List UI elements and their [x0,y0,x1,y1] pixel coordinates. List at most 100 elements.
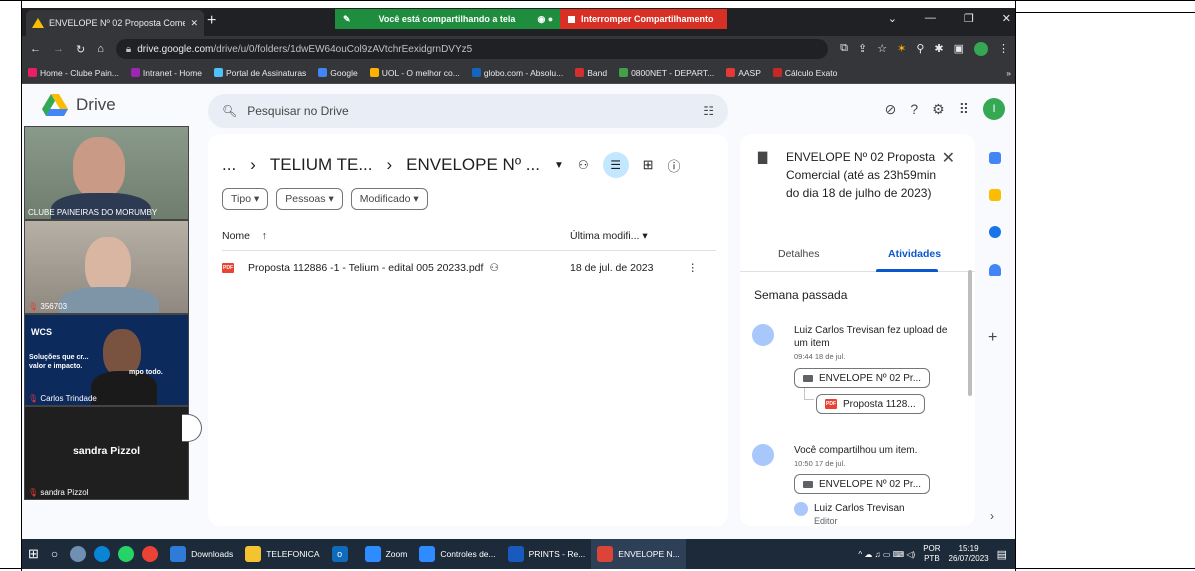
caret-down-icon[interactable]: ▼ [554,160,564,171]
close-icon[interactable]: ✕ [942,148,955,168]
folder-chip[interactable]: ENVELOPE Nº 02 Pr... [794,474,931,494]
url-bar[interactable]: 🔒︎ drive.google.com /drive/u/0/folders/1… [115,39,829,59]
filter-button[interactable]: ☰ [602,152,629,178]
address-toolbar: ← → ↻ ⌂ 🔒︎ drive.google.com /drive/u/0/f… [22,36,1015,62]
whatsapp-icon[interactable] [118,546,135,562]
search-input[interactable]: Pesquisar no Drive [247,104,348,118]
breadcrumb-parent[interactable]: TELIUM TE... [270,155,373,175]
minimize-button[interactable]: — [925,12,936,25]
install-app-icon[interactable]: ⧉ [840,42,848,56]
tasks-icon[interactable] [989,226,1001,238]
taskbar-app[interactable]: Zoom [359,539,414,569]
bookmark-item[interactable]: Intranet - Home [130,68,202,78]
grid-view-icon[interactable]: ⊞ [643,157,654,173]
search-bar[interactable]: 🔍︎ Pesquisar no Drive ☷ [208,94,728,128]
new-tab-button[interactable]: + [207,12,216,30]
extension-icon[interactable]: ✶ [897,42,906,56]
notifications-icon[interactable]: ▤ [997,548,1007,561]
table-row[interactable]: PDF Proposta 112886 -1 - Telium - edital… [222,250,716,284]
bookmark-item[interactable]: Google [318,68,358,78]
account-avatar[interactable]: I [983,98,1005,120]
activity-time: 10:50 17 de jul. [794,459,846,468]
tab-details[interactable]: Detalhes [778,248,819,260]
pinned-app-icon[interactable] [70,546,87,562]
drive-logo[interactable]: Drive [42,94,116,116]
taskbar-app[interactable]: o [326,539,359,569]
profile-avatar[interactable] [974,42,988,56]
search-icon[interactable]: ○ [45,539,64,569]
video-tile[interactable]: sandra Pizzol 🎙︎ sandra Pizzol [24,406,189,500]
video-panel-toggle[interactable] [182,414,202,442]
add-addon-icon[interactable]: + [988,329,997,347]
offline-status-icon[interactable]: ⊘ [885,101,897,118]
extension-icon[interactable]: ⚲ [916,42,924,56]
bookmarks-overflow-button[interactable]: » [1006,68,1011,78]
video-tile[interactable]: 🎙︎ 356703 [24,220,189,314]
help-icon[interactable]: ? [910,101,918,117]
maximize-button[interactable]: ❐ [964,12,974,25]
person-role: Editor [814,516,838,526]
panel-scrollbar[interactable] [968,270,972,396]
contacts-icon[interactable] [989,264,1001,276]
video-tile[interactable]: WCS Soluções que cr... valor e impacto. … [24,314,189,406]
extensions-puzzle-icon[interactable]: ✱ [934,42,943,56]
filter-chip[interactable]: Modificado ▾ [350,188,428,210]
name-column-header[interactable]: Nome ↑ [222,230,267,242]
side-panel-icon[interactable]: ▣ [954,42,964,56]
breadcrumb-overflow[interactable]: ... [222,155,236,175]
bookmark-item[interactable]: Cálculo Exato [772,68,837,78]
more-actions-icon[interactable]: ⋮ [688,262,699,274]
filter-chip[interactable]: Pessoas ▾ [276,188,343,210]
bookmark-item[interactable]: Band [575,68,607,78]
apps-grid-icon[interactable]: ⠿ [959,101,969,118]
search-icon[interactable]: 🔍︎ [222,104,237,118]
taskbar-app[interactable]: Controles de... [413,539,501,569]
search-options-icon[interactable]: ☷ [703,104,714,118]
share-status-icon[interactable]: ◉ ● [537,14,553,25]
bookmark-item[interactable]: Portal de Assinaturas [213,68,306,78]
calendar-icon[interactable] [989,152,1001,164]
close-tab-icon[interactable]: ✕ [190,18,198,29]
tab-activity[interactable]: Atividades [888,248,941,260]
bookmark-item[interactable]: Home - Clube Pain... [28,68,119,78]
stop-sharing-button[interactable]: Interromper Compartilhamento [560,9,727,29]
bookmark-label: Band [587,67,608,78]
bookmark-item[interactable]: globo.com - Absolu... [471,67,564,78]
bookmark-item[interactable]: UOL - O melhor co... [369,68,460,78]
folder-chip[interactable]: ENVELOPE Nº 02 Pr... [794,368,931,388]
taskbar-app[interactable]: Downloads [164,539,239,569]
start-button[interactable]: ⊞ [22,539,45,569]
reload-icon[interactable]: ↻ [76,43,85,56]
info-icon[interactable]: ⓘ [668,156,681,175]
tab-search-icon[interactable]: ⌄ [888,12,897,25]
browser-tab[interactable]: ENVELOPE Nº 02 Proposta Come ✕ [26,10,204,36]
video-tile[interactable]: CLUBE PAINEIRAS DO MORUMBY [24,126,189,220]
tray-icons[interactable]: ^ ☁ ♫ ▭ ⌨ ◁) [858,550,915,559]
bookmark-label: AASP [738,67,761,78]
back-icon[interactable]: ← [30,43,41,55]
share-icon[interactable]: ⇪ [858,42,867,56]
taskbar-app[interactable]: ENVELOPE N... [591,539,686,569]
close-window-button[interactable]: ✕ [1002,12,1011,25]
bookmark-star-icon[interactable]: ☆ [877,42,887,56]
bookmark-label: globo.com - Absolu... [483,67,564,78]
bookmark-item[interactable]: AASP [726,68,761,78]
keep-icon[interactable] [989,189,1001,201]
input-language[interactable]: POR PTB [923,544,940,564]
chrome-icon[interactable] [142,546,159,562]
breadcrumb-current[interactable]: ENVELOPE Nº ... [406,155,540,175]
taskbar-app[interactable]: PRINTS - Re... [502,539,592,569]
taskbar-app[interactable]: TELEFONICA [239,539,325,569]
settings-icon[interactable]: ⚙ [932,101,945,118]
bookmark-item[interactable]: 0800NET - DEPART... [619,68,714,78]
modified-column-header[interactable]: Última modifi... ▾ [570,230,648,242]
home-icon[interactable]: ⌂ [97,43,104,55]
chevron-right-icon: › [250,155,256,174]
edge-icon[interactable] [94,546,111,562]
clock[interactable]: 15:19 26/07/2023 [949,544,989,564]
chevron-right-icon[interactable]: › [990,509,994,523]
file-chip[interactable]: PDF Proposta 1128... [816,394,925,414]
filter-chip[interactable]: Tipo ▾ [222,188,269,210]
menu-icon[interactable]: ⋮ [998,42,1009,56]
forward-icon[interactable]: → [53,43,64,55]
